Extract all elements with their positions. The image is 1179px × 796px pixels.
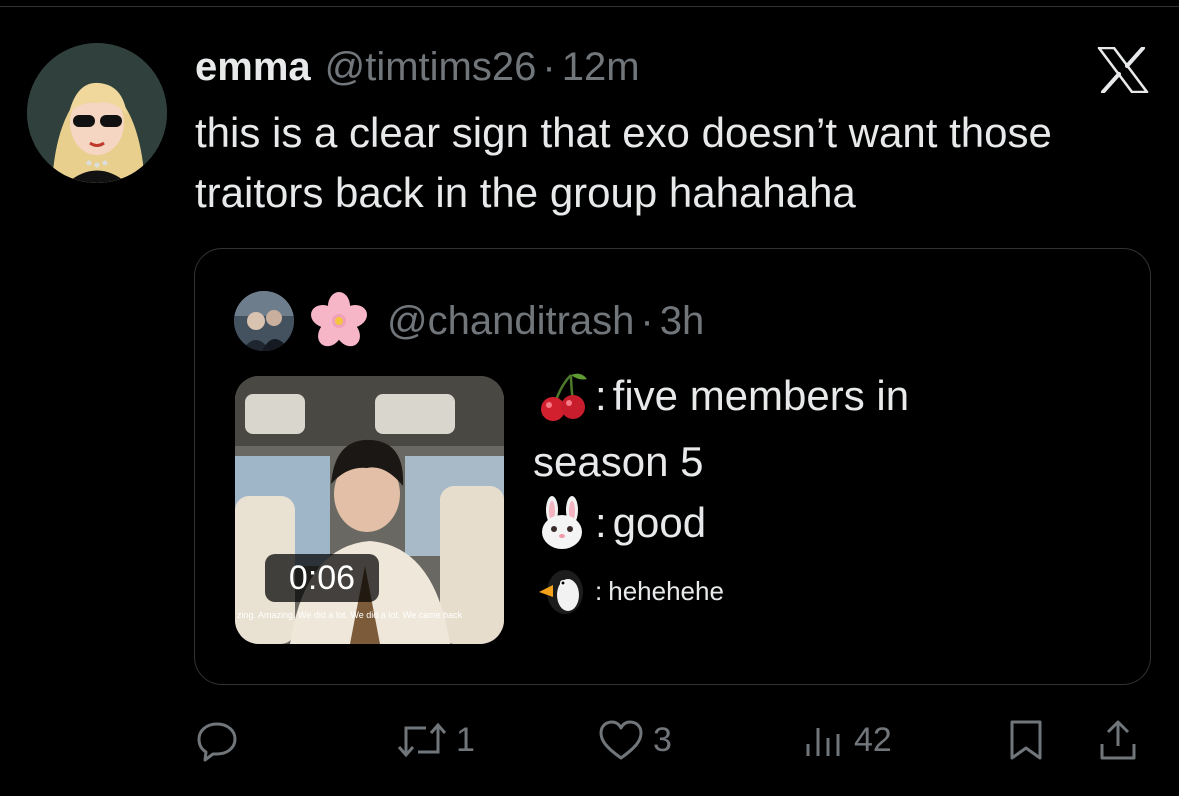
quoted-tweet-meta: @chanditrash · 3h — [387, 294, 704, 348]
quoted-tweet-timestamp[interactable]: 3h — [660, 299, 705, 344]
cherries-icon — [533, 367, 591, 425]
share-button[interactable] — [1096, 710, 1140, 770]
reply-button[interactable] — [195, 710, 247, 770]
author-name[interactable]: emma — [195, 42, 311, 92]
video-frame — [235, 376, 504, 644]
quoted-line: season 5 — [533, 433, 703, 491]
like-count: 3 — [653, 720, 672, 759]
cherry-blossom-icon — [308, 290, 370, 352]
top-divider — [0, 6, 1179, 7]
colon: : — [595, 499, 607, 546]
quoted-tweet-card[interactable]: @chanditrash · 3h 0:06 zing. Amazing. We… — [194, 248, 1151, 685]
tweet-header: emma @timtims26 · 12m — [195, 42, 640, 92]
retweet-count: 1 — [456, 720, 475, 759]
penguin-icon — [533, 562, 591, 620]
views-button[interactable]: 42 — [802, 710, 892, 770]
line-text: hehehehe — [608, 575, 724, 606]
line-text: season 5 — [533, 438, 704, 485]
line-text: five members in — [612, 372, 910, 419]
colon: : — [595, 372, 607, 419]
rabbit-face-icon — [533, 494, 591, 552]
heart-icon — [599, 720, 643, 760]
view-count: 42 — [854, 720, 892, 759]
author-handle[interactable]: @timtims26 — [325, 42, 537, 92]
views-bar-chart-icon — [806, 728, 840, 756]
quoted-author-avatar[interactable] — [234, 291, 294, 351]
video-caption: zing. Amazing. We did a lot. We did a lo… — [237, 610, 463, 620]
separator-dot: · — [542, 45, 556, 89]
tweet-timestamp[interactable]: 12m — [562, 42, 640, 92]
line-text: good — [612, 499, 707, 546]
quoted-line: : five members in — [533, 367, 909, 425]
like-button[interactable]: 3 — [597, 710, 672, 770]
quoted-line: : good — [533, 494, 706, 552]
retweet-button[interactable]: 1 — [396, 710, 475, 770]
share-icon — [1100, 720, 1136, 760]
tweet-text: this is a clear sign that exo doesn’t wa… — [195, 109, 1052, 216]
author-avatar[interactable] — [27, 43, 167, 183]
separator-dot: · — [640, 298, 654, 343]
tweet-actions: 1 3 42 — [0, 710, 1179, 770]
reply-icon — [197, 722, 237, 762]
quoted-line: : hehehehe — [533, 562, 724, 620]
video-duration-badge: 0:06 — [265, 554, 379, 602]
quoted-author-handle[interactable]: @chanditrash — [387, 299, 634, 344]
bookmark-icon — [1010, 720, 1042, 760]
x-logo-icon[interactable] — [1097, 47, 1149, 93]
colon: : — [595, 575, 603, 606]
bookmark-button[interactable] — [1006, 710, 1046, 770]
retweet-icon — [397, 722, 447, 758]
video-thumbnail[interactable]: 0:06 zing. Amazing. We did a lot. We did… — [235, 376, 504, 644]
